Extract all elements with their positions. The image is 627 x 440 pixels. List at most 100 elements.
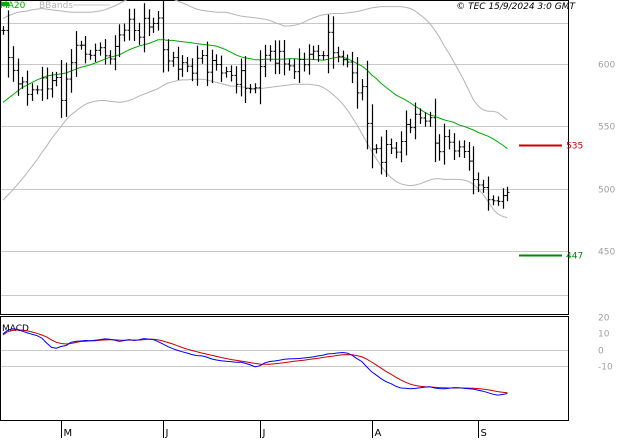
main-y-tick-3: 600 (598, 61, 615, 71)
price-bar (302, 52, 307, 72)
price-bar (88, 49, 93, 60)
month-label-4: S (481, 428, 487, 439)
price-bar (234, 66, 239, 94)
price-bar (389, 138, 394, 154)
price-bar (74, 31, 79, 77)
price-bar (273, 40, 278, 75)
price-levels: 535 447 (519, 142, 583, 262)
price-bar (190, 58, 195, 82)
price-bar (437, 134, 442, 161)
price-bar (103, 39, 108, 65)
price-bar (282, 40, 287, 76)
month-label-2: J (262, 428, 266, 439)
main-y-tick-0: 450 (598, 248, 615, 258)
price-bar (311, 45, 316, 60)
price-bar (224, 66, 229, 78)
price-bar (496, 196, 501, 206)
legend: MA20 BBands (0, 1, 110, 11)
price-bar (147, 9, 152, 37)
price-bar (292, 58, 297, 79)
price-bar (161, 0, 166, 73)
price-bar (360, 79, 365, 101)
price-bar (79, 40, 84, 50)
price-bar (297, 48, 302, 83)
macd-y-tick-3: -10 (598, 363, 613, 373)
price-bar (117, 24, 122, 58)
price-bar (491, 195, 496, 206)
macd-y-axis: 20 10 0 -10 (598, 314, 613, 373)
macd-panel-frame (0, 316, 569, 421)
price-bar (258, 50, 263, 105)
month-label-3: A (375, 428, 382, 439)
price-bar (127, 8, 132, 41)
price-bar (243, 56, 248, 103)
price-bar (45, 67, 50, 100)
bbands-layer (2, 0, 508, 219)
bbands-lower-line (2, 78, 508, 219)
price-bar (156, 11, 161, 31)
support-level-label: 447 (566, 252, 583, 262)
price-bar (404, 110, 409, 156)
price-bar (331, 16, 336, 69)
price-bar (64, 62, 69, 117)
price-bar (433, 98, 438, 163)
price-bar (374, 144, 379, 154)
resistance-level-label: 535 (566, 142, 583, 152)
signal-line (2, 329, 508, 394)
macd-y-tick-0: 20 (598, 314, 610, 324)
price-bar (59, 60, 64, 118)
price-bar (122, 23, 127, 42)
price-bar (132, 8, 137, 42)
price-bar (457, 140, 462, 158)
price-bar (229, 65, 234, 82)
month-axis: MJJAS (61, 420, 487, 439)
price-bar (166, 39, 171, 72)
price-bar (413, 102, 418, 140)
chart-canvas: 535 447 450 500 550 600 20 10 0 -10 MA20 BBands… (0, 0, 615, 439)
price-bar (83, 36, 88, 64)
copyright-text: © TEC 15/9/2024 3:0 GMT (456, 2, 576, 12)
price-bar (180, 55, 185, 77)
price-bar (214, 54, 219, 71)
main-y-axis: 450 500 550 600 (598, 61, 615, 258)
price-bar (210, 49, 215, 84)
price-bar (505, 186, 510, 202)
price-bar (1, 26, 6, 35)
price-bar (321, 51, 326, 60)
price-bar (471, 146, 476, 195)
price-bar (442, 123, 447, 165)
price-bar (370, 104, 375, 169)
price-bar (336, 46, 341, 63)
macd-line (2, 328, 508, 396)
price-bar (452, 133, 457, 160)
price-bar (219, 55, 224, 82)
macd-panel-grid (1, 350, 568, 367)
price-bar (486, 176, 491, 211)
price-bar (277, 40, 282, 75)
price-bar (151, 17, 156, 33)
price-bar (501, 188, 506, 209)
price-bar (248, 84, 253, 94)
price-bar (93, 43, 98, 63)
main-y-tick-1: 500 (598, 186, 615, 196)
price-bar (350, 51, 355, 84)
price-bar (30, 83, 35, 101)
ma20-line (2, 39, 508, 150)
price-bar (481, 179, 486, 193)
price-bar (462, 140, 467, 158)
bbands-legend-label: BBands (39, 1, 73, 11)
price-bar (35, 85, 40, 95)
price-bar (25, 70, 30, 106)
month-label-1: J (165, 428, 169, 439)
price-bar (399, 131, 404, 163)
price-bar (467, 142, 472, 171)
price-bar (176, 46, 181, 80)
price-bar (447, 129, 452, 150)
price-bar (263, 44, 268, 78)
price-bar (423, 112, 428, 127)
month-label-0: M (64, 428, 73, 439)
price-bar (345, 54, 350, 68)
macd-y-tick-2: 0 (598, 347, 604, 357)
price-bar (98, 42, 103, 56)
macd-y-tick-1: 10 (598, 330, 610, 340)
